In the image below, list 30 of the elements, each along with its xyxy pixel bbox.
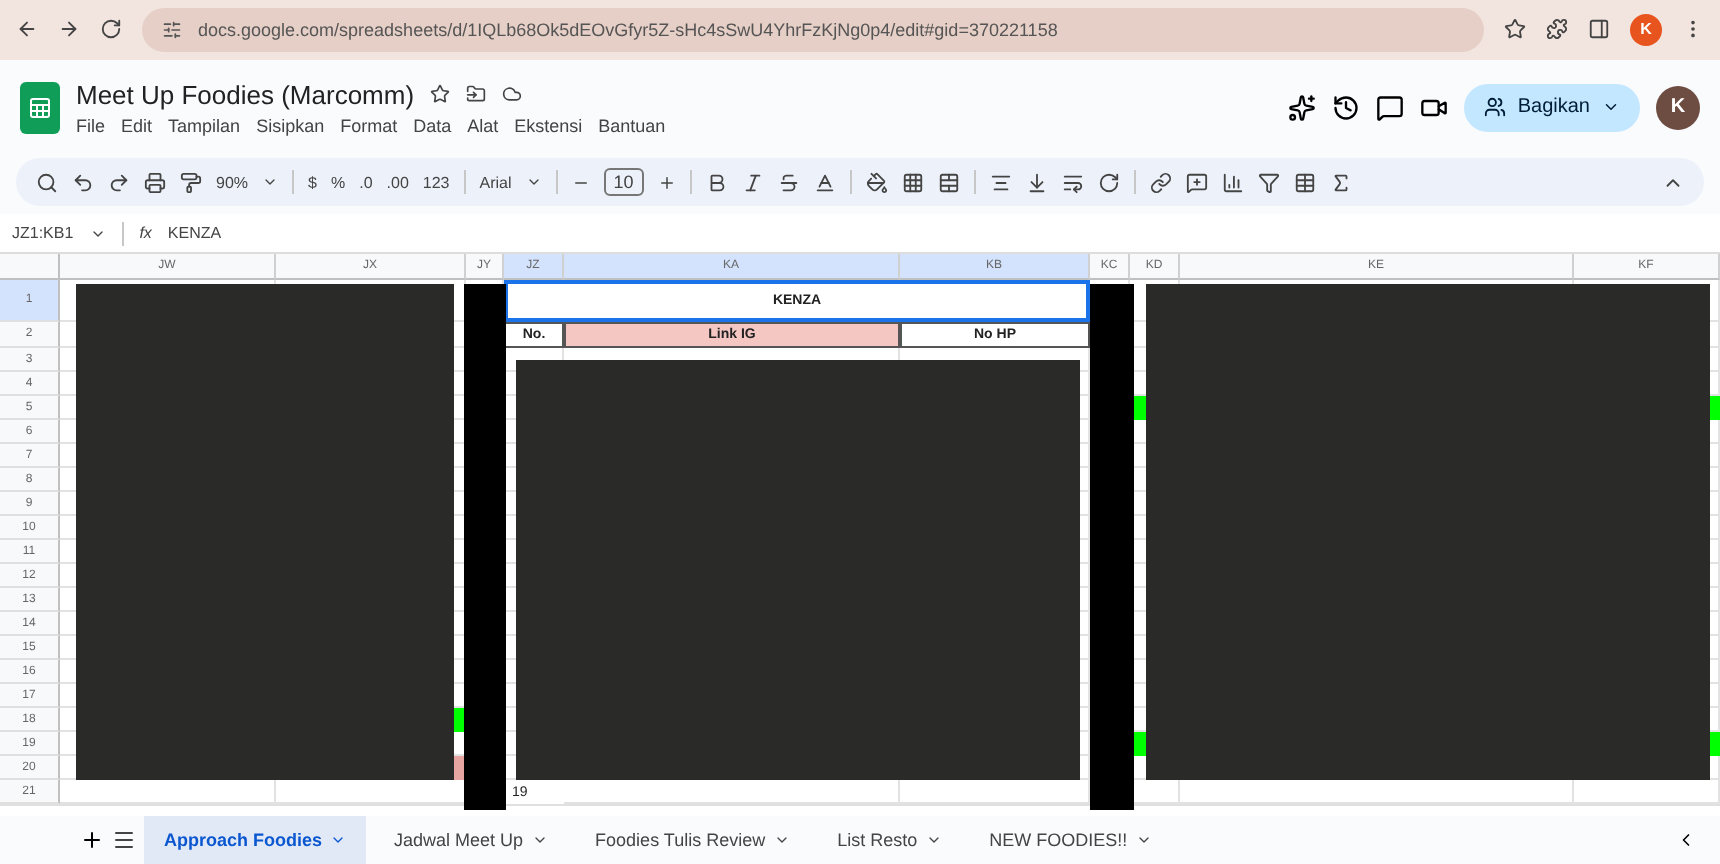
zoom-dropdown[interactable]: 90% bbox=[216, 173, 249, 192]
font-size-field[interactable]: 10 bbox=[603, 168, 644, 197]
percent-format[interactable]: % bbox=[330, 173, 346, 192]
share-button[interactable]: Bagikan bbox=[1463, 83, 1640, 132]
menu-item[interactable]: File bbox=[76, 115, 106, 136]
menu-item[interactable]: Data bbox=[413, 115, 452, 136]
menu-item[interactable]: Bantuan bbox=[598, 115, 666, 136]
menu-item[interactable]: Ekstensi bbox=[514, 115, 583, 136]
number-format[interactable]: 123 bbox=[422, 173, 450, 192]
name-box[interactable]: JZ1:KB1 bbox=[12, 224, 74, 243]
menu-item[interactable]: Tampilan bbox=[168, 115, 241, 136]
decrease-decimal[interactable]: .0 bbox=[359, 173, 373, 192]
fx-label: fx bbox=[139, 224, 152, 243]
user-avatar[interactable]: K bbox=[1656, 85, 1700, 130]
profile-avatar[interactable]: K bbox=[1630, 13, 1662, 46]
sheet-tab[interactable]: List Resto bbox=[817, 816, 962, 864]
document-title[interactable]: Meet Up Foodies (Marcomm) bbox=[76, 79, 415, 110]
increase-decimal[interactable]: .00 bbox=[386, 173, 409, 192]
font-dropdown[interactable]: Arial bbox=[479, 173, 512, 192]
sheet-tab[interactable]: Jadwal Meet Up bbox=[374, 816, 568, 864]
menu-item[interactable]: Alat bbox=[467, 115, 499, 136]
menu-item[interactable]: Format bbox=[340, 115, 398, 136]
address-bar[interactable]: docs.google.com/spreadsheets/d/1IQLb68Ok5dEOvGfyr5Z-sHc4sSwU4YhrFzKjNg0p4/edit#gid=370221158 bbox=[142, 7, 1484, 52]
menu-item[interactable]: Sisipkan bbox=[256, 115, 325, 136]
menu-item[interactable]: Edit bbox=[121, 115, 153, 136]
formula-field[interactable]: KENZA bbox=[167, 224, 222, 243]
sheet-tab[interactable]: NEW FOODIES!! bbox=[969, 816, 1172, 864]
sheet-tab[interactable]: Foodies Tulis Review bbox=[575, 816, 810, 864]
currency-format[interactable]: $ bbox=[308, 173, 317, 192]
sheet-tab[interactable]: Approach Foodies bbox=[144, 816, 367, 864]
